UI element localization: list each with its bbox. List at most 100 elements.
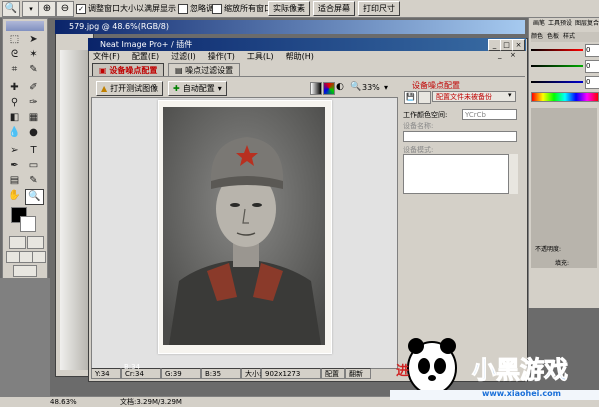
contrast-icon[interactable] — [310, 82, 322, 95]
status-size-label: 大小: — [241, 368, 261, 379]
tab-brushes[interactable]: 画笔 — [533, 18, 545, 30]
channel-g-row: 0 — [531, 60, 599, 73]
print-size-button[interactable]: 打印尺寸 — [358, 1, 400, 16]
menu-profile[interactable]: 配置(E) — [132, 51, 159, 62]
device-name-field[interactable] — [403, 131, 517, 142]
resize-window-label: 调整窗口大小以满屏显示 — [88, 4, 176, 13]
zoom-all-checkbox[interactable]: 缩放所有窗口 — [212, 3, 272, 14]
color-palette-tabs: 颜色 色板 样式 — [531, 32, 599, 42]
lasso-tool-icon[interactable]: ᘓ — [6, 48, 23, 62]
sound-icon[interactable]: ◐ — [336, 82, 346, 93]
screen-mode-standard-icon[interactable] — [6, 251, 20, 263]
zoom-tool-icon[interactable]: 🔍 — [2, 1, 20, 17]
color-ramp[interactable] — [531, 92, 599, 102]
standard-mode-icon[interactable] — [9, 236, 26, 249]
portrait-photo — [163, 107, 325, 345]
device-mode-textarea[interactable] — [403, 154, 517, 194]
slice-tool-icon[interactable]: ✎ — [25, 63, 42, 77]
brush-tool-icon[interactable]: ✐ — [25, 81, 42, 95]
zoom-all-label: 缩放所有窗口 — [224, 4, 272, 13]
tab-swatches[interactable]: 色板 — [547, 32, 559, 42]
resize-window-checkbox[interactable]: ✓ 调整窗口大小以满屏显示 — [76, 3, 176, 14]
options-bar: 🔍 ▾ ⊕ ⊖ ✓ 调整窗口大小以满屏显示 忽略调板 缩放所有窗口 实际像素 适合… — [0, 0, 599, 18]
document-title-bar: 579.jpg @ 48.6%(RGB/8) — [55, 20, 525, 34]
zoom-in-icon[interactable]: ⊕ — [38, 1, 56, 17]
device-name-label: 设备名称: — [403, 122, 434, 130]
blue-slider[interactable] — [531, 81, 583, 83]
pen-tool-icon[interactable]: ✒ — [6, 159, 23, 173]
history-brush-icon[interactable]: ✑ — [25, 96, 42, 110]
type-tool-icon[interactable]: T — [25, 144, 42, 158]
gradient-tool-icon[interactable]: ▦ — [25, 111, 42, 125]
save-profile-icon[interactable]: 💾 — [404, 91, 417, 104]
eyedropper-icon[interactable]: ✎ — [25, 174, 42, 188]
tab-divider — [89, 76, 525, 77]
red-slider[interactable] — [531, 49, 583, 51]
tab-noise-filter-settings-label: 噪点过滤设置 — [185, 66, 234, 75]
actual-pixels-button[interactable]: 实际像素 — [268, 1, 310, 16]
jump-to-imageready-icon[interactable] — [13, 265, 37, 277]
move-tool-icon[interactable]: ➤ — [25, 33, 42, 47]
notes-tool-icon[interactable]: ▤ — [6, 174, 23, 188]
toolbox-header — [6, 21, 44, 31]
red-value[interactable]: 0 — [585, 44, 599, 57]
dodge-tool-icon[interactable]: ● — [25, 126, 42, 140]
zoom-dropdown-icon[interactable]: ▾ — [384, 83, 388, 92]
path-select-icon[interactable]: ➢ — [6, 144, 23, 158]
menu-help[interactable]: 帮助(H) — [286, 51, 314, 62]
zoom-icon[interactable]: 🔍 — [350, 82, 361, 93]
profile-status-label: 配置文件未被备份 — [436, 93, 492, 101]
watermark-title: 小黑游戏 — [472, 356, 569, 385]
tab-icon: ▤ — [175, 66, 186, 75]
screen-mode-full-menu-icon[interactable] — [19, 251, 33, 263]
inner-minimize-icon[interactable]: _ — [498, 51, 508, 61]
background-color[interactable] — [20, 216, 36, 232]
crop-tool-icon[interactable]: ⌗ — [6, 63, 23, 77]
watermark-url: www.xiaohei.com — [482, 389, 561, 398]
screen-mode-full-icon[interactable] — [32, 251, 46, 263]
profile-status-dropdown[interactable]: 配置文件未被备份 — [432, 91, 516, 102]
blur-tool-icon[interactable]: 💧 — [6, 126, 23, 140]
profile-panel: 设备噪点配置 💾 配置文件未被备份 ▾ 工作颜色空间: YCrCb 设备名称: … — [400, 78, 522, 366]
stamp-tool-icon[interactable]: ⚲ — [6, 96, 23, 110]
inner-close-icon[interactable]: × — [510, 51, 520, 61]
zoom-out-icon[interactable]: ⊖ — [56, 1, 74, 17]
auto-profile-button[interactable]: ✚ 自动配置 ▾ — [168, 81, 227, 96]
toolbox: ⬚ ➤ ᘓ ✶ ⌗ ✎ ✚ ✐ ⚲ ✑ ◧ ▦ 💧 ● ➢ T ✒ ▭ ▤ ✎ … — [2, 18, 48, 280]
quickmask-mode-icon[interactable] — [27, 236, 44, 249]
menu-operations[interactable]: 操作(T) — [208, 51, 235, 62]
magic-wand-icon[interactable]: ✶ — [25, 48, 42, 62]
hand-tool-icon[interactable]: ✋ — [6, 189, 23, 203]
healing-brush-icon[interactable]: ✚ — [6, 81, 23, 95]
fit-screen-button[interactable]: 适合屏幕 — [313, 1, 355, 16]
zoom-tool-active-icon[interactable]: 🔍 — [25, 189, 44, 205]
opacity-label: 不透明度: — [535, 246, 562, 253]
green-value[interactable]: 0 — [585, 60, 599, 73]
menu-tools[interactable]: 工具(L) — [247, 51, 274, 62]
marquee-tool-icon[interactable]: ⬚ — [6, 33, 23, 47]
device-mode-scrollbar[interactable] — [508, 154, 518, 194]
tab-tool-presets[interactable]: 工具预设 — [548, 18, 572, 30]
profile-dropdown-icon: ▾ — [508, 91, 512, 99]
palette-tabs-top: 画笔 工具预设 图层复合 — [533, 18, 599, 30]
color-space-select[interactable]: YCrCb — [462, 109, 517, 120]
neat-image-title-bar: Neat Image Pro+ / 插件 _ □ × — [88, 38, 526, 51]
zoom-level[interactable]: 33% — [362, 83, 380, 92]
tab-color[interactable]: 颜色 — [531, 32, 543, 42]
color-view-icon[interactable] — [323, 82, 335, 95]
tab-noise-filter-settings[interactable]: ▤ 噪点过滤设置 — [168, 63, 241, 77]
menu-file[interactable]: 文件(F) — [93, 51, 120, 62]
tab-device-noise-profile[interactable]: ▣ 设备噪点配置 — [92, 63, 165, 77]
tab-layer-comps[interactable]: 图层复合 — [575, 18, 599, 30]
channel-r-row: 0 — [531, 44, 599, 57]
eraser-tool-icon[interactable]: ◧ — [6, 111, 23, 125]
auto-profile-dropdown-icon: ▾ — [217, 84, 222, 93]
load-profile-icon[interactable] — [418, 91, 431, 104]
menu-filter[interactable]: 过滤(I) — [171, 51, 196, 62]
open-test-image-button[interactable]: ▲ 打开测试图像 — [96, 81, 164, 96]
shape-tool-icon[interactable]: ▭ — [25, 159, 42, 173]
green-slider[interactable] — [531, 65, 583, 67]
close-icon[interactable]: × — [512, 39, 525, 51]
blue-value[interactable]: 0 — [585, 76, 599, 89]
tab-styles[interactable]: 样式 — [563, 32, 575, 42]
